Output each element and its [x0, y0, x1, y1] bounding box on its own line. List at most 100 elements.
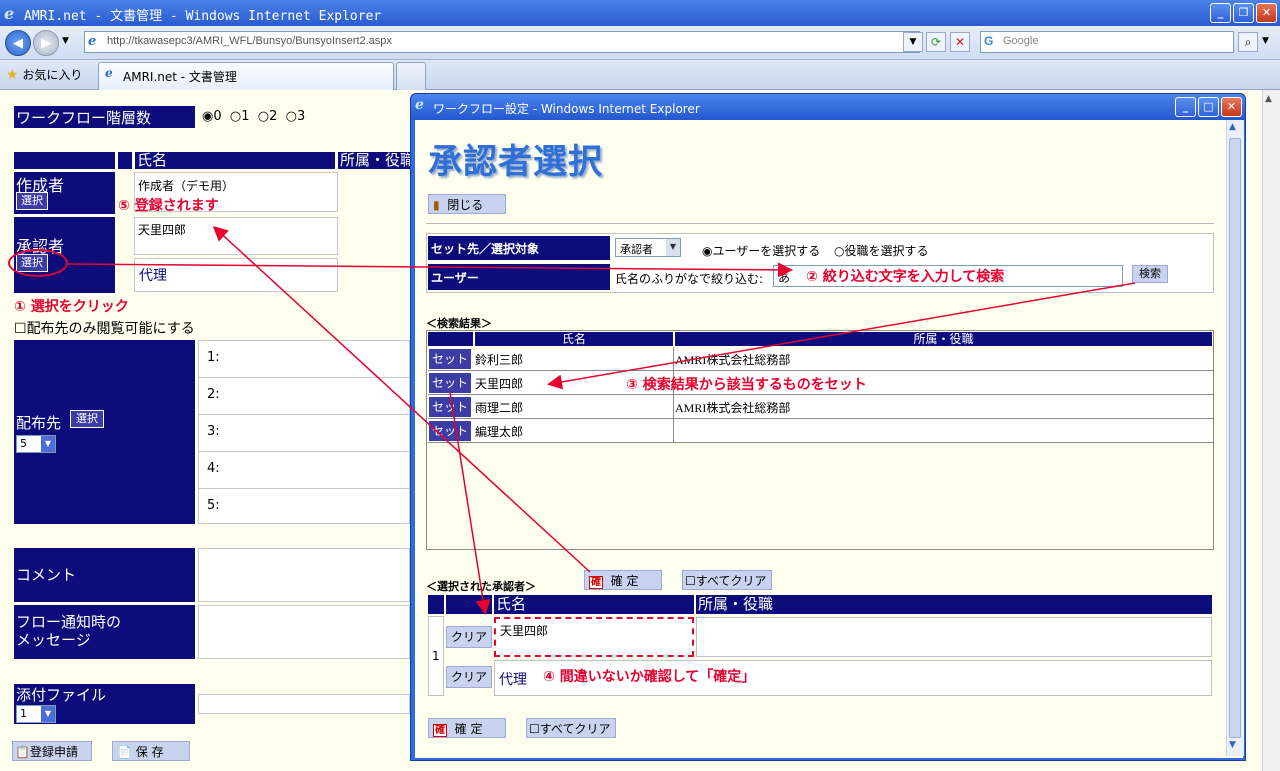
- close-window-button[interactable]: ✕: [1256, 3, 1277, 23]
- selected-index: 1: [428, 616, 444, 696]
- radio-2-icon[interactable]: ○: [258, 109, 269, 124]
- distribution-row[interactable]: 1:: [199, 341, 409, 378]
- distribution-row[interactable]: 4:: [199, 452, 409, 489]
- popup-scroll-up-icon[interactable]: ▲: [1229, 122, 1236, 132]
- results-header-empty: [428, 332, 473, 346]
- save-label: 保 存: [135, 745, 164, 759]
- search-button[interactable]: ⌕: [1238, 32, 1258, 52]
- distribution-count-select[interactable]: 5 ▼: [16, 435, 56, 453]
- result-row: セット 編理太郎: [428, 419, 1213, 443]
- distribution-label: 配布先: [16, 414, 62, 432]
- flow-notice-textarea[interactable]: [198, 605, 410, 659]
- checkbox-icon[interactable]: ☐: [14, 321, 27, 337]
- confirm-icon: 確: [433, 724, 447, 737]
- set-button[interactable]: セット: [428, 420, 472, 442]
- window-title: AMRI.net - 文書管理 - Windows Internet Explo…: [24, 9, 382, 24]
- popup-scrollbar[interactable]: ▲ ▼: [1226, 120, 1244, 756]
- clear-all-button-bottom[interactable]: ☐すべてクリア: [526, 718, 616, 738]
- save-button[interactable]: 📄 保 存: [112, 741, 190, 761]
- clear-all-label: すべてクリア: [695, 574, 767, 588]
- history-dropdown-icon[interactable]: ▼: [62, 36, 69, 46]
- target-select[interactable]: 承認者 ▼: [615, 238, 681, 257]
- step4-annotation: ④ 間違いないか確認して「確定」: [543, 669, 756, 685]
- minimize-button[interactable]: _: [1210, 3, 1231, 23]
- popup-scroll-down-icon[interactable]: ▼: [1229, 740, 1236, 750]
- popup-minimize-button[interactable]: _: [1175, 97, 1196, 117]
- attach-count: 1: [20, 707, 27, 720]
- set-button[interactable]: セット: [428, 372, 472, 394]
- page-scrollbar[interactable]: ▲: [1262, 90, 1280, 771]
- tab-active[interactable]: e AMRI.net - 文書管理: [98, 62, 394, 90]
- proxy-label: 代理: [139, 268, 167, 284]
- popup-maximize-button[interactable]: □: [1198, 97, 1219, 117]
- view-restriction-checkbox[interactable]: ☐配布先のみ閲覧可能にする: [14, 318, 195, 338]
- highlight-circle: [8, 249, 68, 277]
- divider: [426, 223, 1214, 224]
- clear-all-button-top[interactable]: ☐すべてクリア: [682, 570, 772, 590]
- radio-3-icon[interactable]: ○: [286, 109, 297, 124]
- address-dropdown-button[interactable]: ▼: [903, 32, 923, 52]
- attach-file-input[interactable]: [198, 694, 410, 714]
- star-icon: ★: [6, 67, 19, 83]
- selected-name-box[interactable]: 天里四郎: [494, 617, 694, 657]
- popup-scroll-thumb[interactable]: [1229, 138, 1241, 738]
- back-button[interactable]: ◀: [5, 30, 31, 56]
- results-column-divider: [673, 347, 674, 443]
- distribution-list: 1: 2: 3: 4: 5:: [198, 340, 410, 524]
- confirm-button-bottom[interactable]: 確 確 定: [428, 718, 506, 738]
- radio-user-label: ユーザーを選択する: [712, 244, 821, 258]
- attach-count-select[interactable]: 1 ▼: [16, 705, 56, 723]
- clear-all-label: すべてクリア: [539, 722, 611, 736]
- selected-header-name: 氏名: [494, 595, 694, 614]
- distribution-select-button[interactable]: 選択: [70, 410, 104, 428]
- popup-close-window-button[interactable]: ✕: [1221, 97, 1242, 117]
- radio-3-label: 3: [297, 109, 306, 124]
- confirm-button-top[interactable]: 確 確 定: [584, 570, 662, 590]
- tab-page-icon: e: [105, 66, 113, 80]
- set-button[interactable]: セット: [428, 396, 472, 418]
- clear-proxy-button[interactable]: クリア: [446, 666, 492, 688]
- restore-button[interactable]: ❐: [1233, 3, 1254, 23]
- scroll-up-icon[interactable]: ▲: [1265, 94, 1272, 104]
- selected-name: 天里四郎: [500, 624, 549, 638]
- result-row: セット 鈴利三郎 AMRI株式会社総務部: [428, 347, 1213, 371]
- target-label: セット先／選択対象: [428, 236, 610, 260]
- search-options-icon[interactable]: ▼: [1262, 36, 1269, 46]
- radio-position-icon[interactable]: ○: [834, 244, 844, 258]
- radio-0-icon[interactable]: ◉: [202, 109, 213, 124]
- new-tab-button[interactable]: [396, 62, 426, 90]
- creator-select-button[interactable]: 選択: [16, 192, 48, 210]
- popup-close-button[interactable]: ▮ 閉じる: [428, 194, 506, 214]
- search-submit-button[interactable]: 検索: [1132, 265, 1168, 283]
- distribution-row[interactable]: 3:: [199, 415, 409, 452]
- favorites-button[interactable]: ★ お気に入り: [6, 66, 82, 83]
- radio-position[interactable]: ○役職を選択する: [834, 242, 929, 259]
- selected-dept-box: [696, 617, 1212, 657]
- radio-user-icon[interactable]: ◉: [702, 244, 712, 258]
- radio-1-icon[interactable]: ○: [230, 109, 241, 124]
- filter-label: 氏名のふりがなで絞り込む:: [615, 272, 764, 286]
- approver-name: 天里四郎: [138, 223, 187, 237]
- distribution-count: 5: [20, 437, 27, 450]
- search-box[interactable]: G Google: [980, 31, 1234, 53]
- distribution-row[interactable]: 2:: [199, 378, 409, 415]
- clear-button[interactable]: クリア: [446, 626, 492, 648]
- set-button[interactable]: セット: [428, 348, 472, 370]
- radio-user[interactable]: ◉ユーザーを選択する: [702, 242, 820, 259]
- selected-header-empty-2: [446, 595, 492, 614]
- forward-button[interactable]: ▶: [33, 30, 59, 56]
- google-icon: G: [984, 34, 994, 48]
- register-icon: 📋: [15, 745, 30, 759]
- distribution-row[interactable]: 5:: [199, 489, 409, 523]
- address-bar[interactable]: e http://tkawasepc3/AMRI_WFL/Bunsyo/Buns…: [84, 31, 920, 53]
- register-button[interactable]: 📋登録申請: [12, 741, 92, 761]
- results-label: ＜検索結果＞: [426, 317, 492, 330]
- refresh-icon[interactable]: ⟳: [926, 32, 946, 52]
- clear-all-checkbox-icon: ☐: [685, 574, 696, 588]
- stop-icon[interactable]: ✕: [950, 32, 970, 52]
- comment-textarea[interactable]: [198, 548, 410, 602]
- result-row: セット 雨理二郎 AMRI株式会社総務部: [428, 395, 1213, 419]
- tab-label: AMRI.net - 文書管理: [123, 70, 237, 84]
- radio-1-label: 1: [241, 109, 250, 124]
- results-header-name: 氏名: [475, 332, 673, 346]
